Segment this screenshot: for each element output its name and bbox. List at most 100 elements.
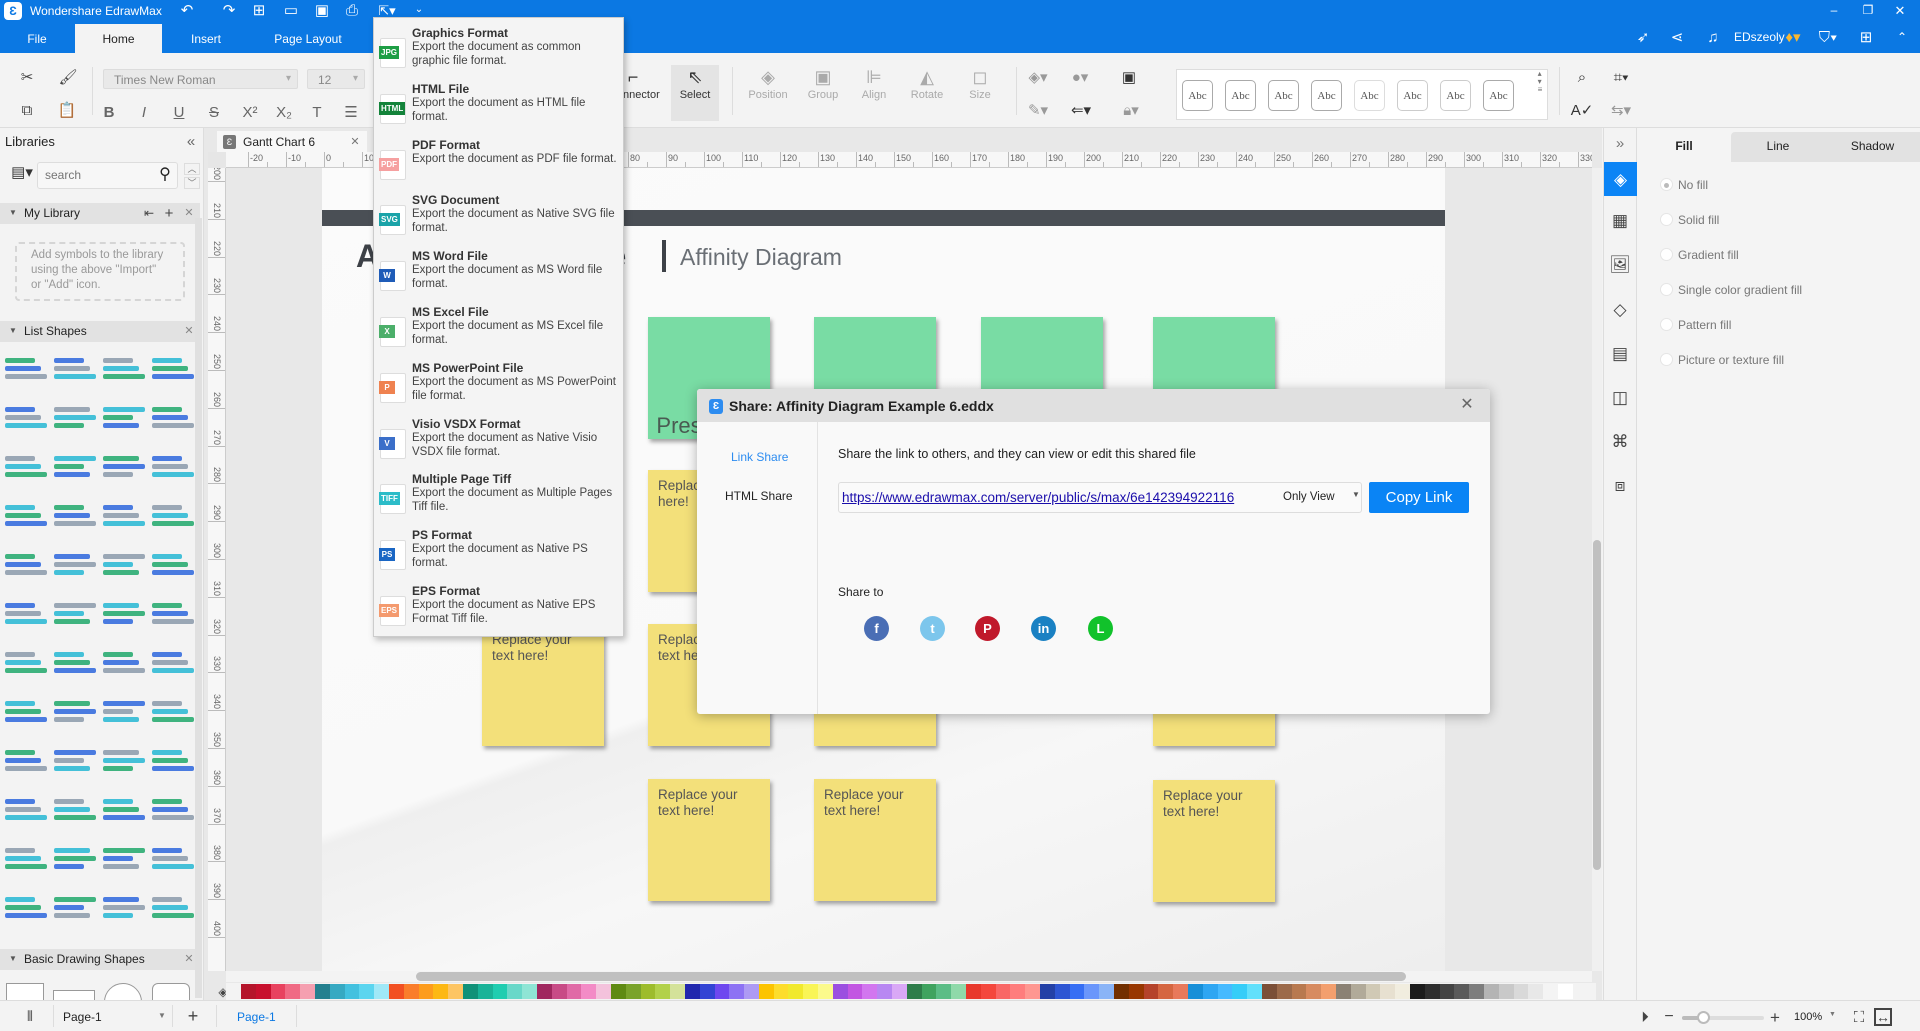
radio-pattern-fill[interactable]: Pattern fill <box>1660 318 1731 332</box>
style-preset[interactable]: Abc <box>1182 80 1213 111</box>
dropdown-caret-icon[interactable]: ▼ <box>1352 490 1360 499</box>
color-swatch[interactable] <box>1247 984 1262 999</box>
color-swatch[interactable] <box>1158 984 1174 999</box>
nav-link-share[interactable]: Link Share <box>731 450 788 464</box>
style-preset[interactable]: Abc <box>1311 80 1342 111</box>
replace-shape-icon[interactable]: ⇆▾ <box>1608 100 1634 120</box>
color-swatch[interactable] <box>1469 984 1484 999</box>
list-shape-thumbnail[interactable] <box>152 746 194 776</box>
tab-insert[interactable]: Insert <box>182 24 230 53</box>
style-preset[interactable]: Abc <box>1225 80 1256 111</box>
color-swatch[interactable] <box>300 984 315 999</box>
color-swatch[interactable] <box>670 984 685 999</box>
list-shape-thumbnail[interactable] <box>103 550 145 580</box>
color-swatch[interactable] <box>314 984 330 999</box>
list-shape-thumbnail[interactable] <box>5 893 47 923</box>
color-swatch[interactable] <box>462 984 478 999</box>
tab-shadow[interactable]: Shadow <box>1825 132 1920 160</box>
color-swatch[interactable] <box>980 984 996 999</box>
color-swatch[interactable] <box>1409 984 1425 999</box>
user-name[interactable]: EDszeoly <box>1734 30 1785 44</box>
color-swatch[interactable] <box>1557 984 1573 999</box>
color-swatch[interactable] <box>906 984 922 999</box>
color-swatch[interactable] <box>1040 984 1055 999</box>
color-swatch[interactable] <box>359 984 375 999</box>
rotate-button[interactable]: ◭ Rotate <box>903 65 951 117</box>
pinterest-share-icon[interactable]: P <box>975 616 1000 641</box>
open-folder-icon[interactable]: ▭ <box>282 2 300 18</box>
share-link-field[interactable]: https://www.edrawmax.com/server/public/s… <box>838 482 1362 513</box>
size-button[interactable]: ◻ Size <box>956 65 1004 117</box>
color-swatch[interactable] <box>566 984 582 999</box>
image-icon[interactable]: 🖼︎ <box>1608 254 1632 274</box>
fill-icon[interactable]: ◈ <box>1604 162 1637 196</box>
page-view-icon[interactable]: ⫴ <box>18 1008 42 1024</box>
export-menu-item[interactable]: PS PS Format Export the document as Nati… <box>374 524 623 580</box>
color-swatch[interactable] <box>877 984 893 999</box>
horizontal-scrollbar[interactable] <box>416 972 1406 981</box>
strikethrough-button[interactable]: S <box>205 103 223 121</box>
color-swatch[interactable] <box>241 984 256 999</box>
list-shape-thumbnail[interactable] <box>54 648 96 678</box>
export-menu-item[interactable]: X MS Excel File Export the document as M… <box>374 301 623 357</box>
theme-shirt-icon[interactable]: ⛉▾ <box>1818 28 1838 46</box>
list-shape-thumbnail[interactable] <box>54 354 96 384</box>
crop-icon[interactable]: ⌗▾ <box>1608 67 1634 87</box>
color-swatch[interactable] <box>1025 984 1041 999</box>
export-menu-item[interactable]: V Visio VSDX Format Export the document … <box>374 413 623 469</box>
tab-line[interactable]: Line <box>1731 132 1825 160</box>
close-tab-icon[interactable]: ✕ <box>349 135 361 149</box>
sticky-note[interactable]: Replace your text here! <box>814 779 936 901</box>
export-menu-item[interactable]: JPG Graphics Format Export the document … <box>374 22 623 78</box>
color-swatch[interactable] <box>1232 984 1248 999</box>
scroll-up-icon[interactable]: ︿ <box>184 163 200 175</box>
color-swatch[interactable] <box>758 984 774 999</box>
add-page-icon[interactable]: + <box>185 1007 201 1025</box>
color-swatch[interactable] <box>684 984 700 999</box>
tab-fill[interactable]: Fill <box>1637 132 1731 160</box>
list-shape-thumbnail[interactable] <box>5 550 47 580</box>
color-swatch[interactable] <box>1069 984 1085 999</box>
close-dialog-icon[interactable]: ✕ <box>1459 397 1475 413</box>
list-shape-thumbnail[interactable] <box>152 599 194 629</box>
page-list-icon[interactable]: ▤ <box>1608 343 1632 363</box>
color-swatch[interactable] <box>951 984 967 999</box>
pen-icon[interactable]: ✎▾ <box>1026 100 1050 120</box>
color-swatch[interactable] <box>995 984 1011 999</box>
list-shape-thumbnail[interactable] <box>54 697 96 727</box>
mindmap-icon[interactable]: ⌘ <box>1608 431 1632 451</box>
color-swatch[interactable] <box>610 984 626 999</box>
export-menu-item[interactable]: EPS EPS Format Export the document as Na… <box>374 580 623 636</box>
list-shape-thumbnail[interactable] <box>54 599 96 629</box>
list-shape-thumbnail[interactable] <box>103 746 145 776</box>
page-select[interactable]: Page-1 <box>63 1010 102 1024</box>
cut-icon[interactable]: ✂ <box>17 67 37 87</box>
zoom-out-icon[interactable]: − <box>1662 1008 1676 1026</box>
collapse-ribbon-icon[interactable]: ⌃ <box>1894 28 1910 46</box>
list-shape-thumbnail[interactable] <box>152 452 194 482</box>
color-swatch[interactable] <box>1483 984 1499 999</box>
color-swatch[interactable] <box>1173 984 1188 999</box>
radio-gradient-fill[interactable]: Gradient fill <box>1660 248 1739 262</box>
sticky-note[interactable]: Replace your text here! <box>648 779 770 901</box>
color-swatch[interactable] <box>448 984 463 999</box>
find-replace-icon[interactable]: ⌕ <box>1572 67 1592 87</box>
color-swatch[interactable] <box>551 984 567 999</box>
color-swatch[interactable] <box>773 984 789 999</box>
list-shape-thumbnail[interactable] <box>54 550 96 580</box>
style-preset[interactable]: Abc <box>1354 80 1385 111</box>
color-swatch[interactable] <box>1114 984 1129 999</box>
fit-width-icon[interactable]: ↔ <box>1874 1008 1892 1026</box>
list-shape-thumbnail[interactable] <box>152 403 194 433</box>
color-swatch[interactable] <box>507 984 523 999</box>
new-file-icon[interactable]: ⊞ <box>250 2 268 18</box>
list-shape-thumbnail[interactable] <box>5 501 47 531</box>
list-shape-thumbnail[interactable] <box>54 501 96 531</box>
color-swatch[interactable] <box>1202 984 1218 999</box>
presentation-icon[interactable]: ⧈ <box>1608 475 1632 495</box>
color-swatch[interactable] <box>1335 984 1351 999</box>
list-shape-thumbnail[interactable] <box>5 844 47 874</box>
sticky-note[interactable]: Replace your text here! <box>1153 780 1275 902</box>
share-url-link[interactable]: https://www.edrawmax.com/server/public/s… <box>842 490 1234 505</box>
customize-icon[interactable]: ⌄ <box>412 2 426 18</box>
